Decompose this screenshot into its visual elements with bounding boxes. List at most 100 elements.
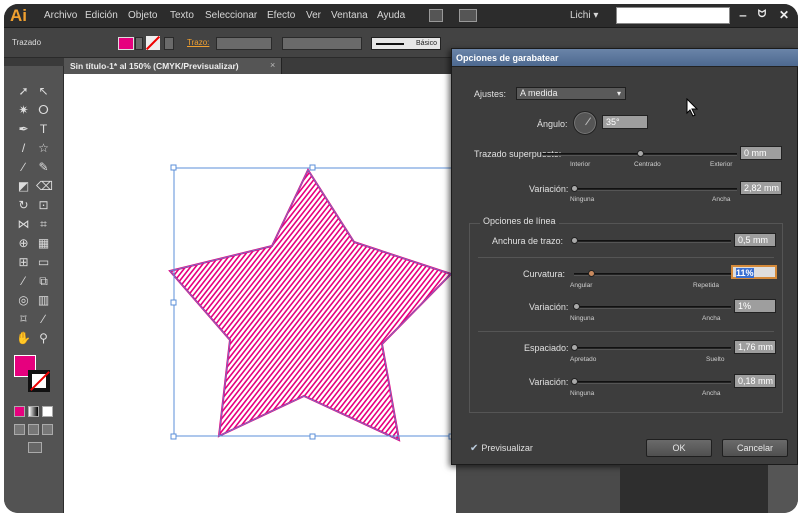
artboard-tool-icon[interactable]: ⌑ <box>16 312 31 326</box>
minimize-icon[interactable]: ‒ <box>733 6 753 24</box>
preset-dropdown[interactable]: A medida <box>516 87 626 100</box>
tools-panel-header[interactable] <box>4 58 64 66</box>
hand-tool-icon[interactable]: ✋ <box>16 331 31 345</box>
menu-texto[interactable]: Texto <box>170 10 194 21</box>
curviness-variation-field[interactable]: 1% <box>734 299 776 313</box>
free-transform-tool-icon[interactable]: ⌗ <box>36 217 51 231</box>
spacing-knob[interactable] <box>571 344 578 351</box>
color-mode-icon[interactable] <box>14 406 25 417</box>
draw-normal-icon[interactable] <box>14 424 25 435</box>
curviness-variation-knob[interactable] <box>572 303 580 310</box>
stroke-width-slider[interactable] <box>574 240 731 243</box>
menu-bar: Ai Archivo Edición Objeto Texto Seleccio… <box>4 4 798 28</box>
menu-edicion[interactable]: Edición <box>85 10 118 21</box>
stroke-color-icon[interactable] <box>28 370 50 392</box>
spacing-field[interactable]: 1,76 mm <box>734 340 776 354</box>
gradient-mode-icon[interactable] <box>28 406 39 417</box>
perspective-grid-tool-icon[interactable]: ▦ <box>36 236 51 250</box>
overlap-variation-slider[interactable] <box>574 188 737 191</box>
menu-efecto[interactable]: Efecto <box>267 10 295 21</box>
cancel-button[interactable]: Cancelar <box>722 439 788 457</box>
stroke-width-knob[interactable] <box>571 237 578 244</box>
background-panel <box>768 465 798 513</box>
bridge-icon[interactable] <box>429 9 443 22</box>
maximize-icon[interactable]: ᗢ <box>752 6 772 24</box>
curviness-variation-slider[interactable] <box>574 306 731 309</box>
curviness-min-label: Angular <box>570 282 593 289</box>
line-tool-icon[interactable]: / <box>16 141 31 155</box>
eyedropper-tool-icon[interactable]: ⁄ <box>16 274 31 288</box>
shape-builder-tool-icon[interactable]: ⊕ <box>16 236 31 250</box>
dialog-title-bar[interactable]: Opciones de garabatear <box>452 49 798 67</box>
spacing-label: Espaciado: <box>524 343 569 353</box>
gradient-tool-icon[interactable]: ▭ <box>36 255 51 269</box>
brush-style-dropdown[interactable]: Básico <box>371 37 441 50</box>
menu-ventana[interactable]: Ventana <box>331 10 368 21</box>
stroke-weight-field[interactable] <box>216 37 272 50</box>
close-icon[interactable]: ✕ <box>774 6 794 24</box>
menu-ver[interactable]: Ver <box>306 10 321 21</box>
stroke-width-field[interactable]: 0,5 mm <box>734 233 776 247</box>
selection-type-label: Trazado <box>12 38 42 47</box>
pencil-tool-icon[interactable]: ✎ <box>36 160 51 174</box>
column-graph-tool-icon[interactable]: ▥ <box>36 293 51 307</box>
preview-checkbox[interactable]: ✔ Previsualizar <box>470 443 533 454</box>
arrange-documents-icon[interactable] <box>459 9 477 22</box>
overlap-variation-knob[interactable] <box>571 185 578 192</box>
overlap-field[interactable]: 0 mm <box>740 146 782 160</box>
pen-tool-icon[interactable]: ✒ <box>16 122 31 136</box>
overlap-slider-knob[interactable] <box>636 150 644 157</box>
overlap-variation-min-label: Ninguna <box>570 196 595 203</box>
stroke-panel-link[interactable]: Trazo: <box>187 38 209 47</box>
screen-mode-icon[interactable] <box>28 442 42 453</box>
menu-ayuda[interactable]: Ayuda <box>377 10 405 21</box>
spacing-slider[interactable] <box>574 347 731 350</box>
spacing-variation-field[interactable]: 0,18 mm <box>734 374 776 388</box>
blend-tool-icon[interactable]: ⧉ <box>36 274 51 288</box>
document-tab[interactable]: Sin título-1* al 150% (CMYK/Previsualiza… <box>64 58 282 74</box>
paintbrush-tool-icon[interactable]: ∕ <box>16 160 31 174</box>
curviness-field[interactable]: 11% <box>731 265 777 279</box>
artboard-canvas[interactable] <box>64 74 456 513</box>
direct-selection-tool-icon[interactable]: ↖ <box>36 84 51 98</box>
eraser-tool-icon[interactable]: ⌫ <box>36 179 53 193</box>
menu-objeto[interactable]: Objeto <box>128 10 157 21</box>
draw-behind-icon[interactable] <box>28 424 39 435</box>
search-input[interactable] <box>616 7 730 24</box>
angle-dial-icon[interactable] <box>573 111 597 135</box>
spacing-variation-slider[interactable] <box>574 381 731 384</box>
fill-dropdown[interactable] <box>135 37 143 50</box>
mesh-tool-icon[interactable]: ⊞ <box>16 255 31 269</box>
tab-close-icon[interactable]: × <box>270 60 275 70</box>
symbol-sprayer-tool-icon[interactable]: ◎ <box>16 293 31 307</box>
fill-color-swatch[interactable] <box>118 37 134 50</box>
stroke-none-swatch[interactable] <box>146 36 160 50</box>
selection-tool-icon[interactable]: ➚ <box>16 84 31 98</box>
angle-field[interactable]: 35° <box>602 115 648 129</box>
workspace-switcher[interactable]: Lichi ▾ <box>570 10 598 21</box>
width-tool-icon[interactable]: ⋈ <box>16 217 31 231</box>
zoom-tool-icon[interactable]: ⚲ <box>36 331 51 345</box>
scribbled-star-artwork[interactable] <box>64 74 456 513</box>
type-tool-icon[interactable]: T <box>36 122 51 136</box>
spacing-max-label: Suelto <box>706 356 725 363</box>
spacing-min-label: Apretado <box>570 356 597 363</box>
none-mode-icon[interactable] <box>42 406 53 417</box>
stroke-dropdown[interactable] <box>164 37 174 50</box>
magic-wand-tool-icon[interactable]: ✷ <box>16 103 31 117</box>
blob-brush-tool-icon[interactable]: ◩ <box>16 179 31 193</box>
star-tool-icon[interactable]: ☆ <box>36 141 51 155</box>
draw-inside-icon[interactable] <box>42 424 53 435</box>
curviness-slider[interactable] <box>574 273 731 276</box>
lasso-tool-icon[interactable]: ⵔ <box>36 103 51 117</box>
spacing-variation-knob[interactable] <box>571 378 578 385</box>
rotate-tool-icon[interactable]: ↻ <box>16 198 31 212</box>
group-divider <box>478 331 774 332</box>
slice-tool-icon[interactable]: ∕ <box>36 312 51 326</box>
menu-seleccionar[interactable]: Seleccionar <box>205 10 257 21</box>
scale-tool-icon[interactable]: ⊡ <box>36 198 51 212</box>
variable-width-dropdown[interactable] <box>282 37 362 50</box>
overlap-variation-field[interactable]: 2,82 mm <box>740 181 782 195</box>
ok-button[interactable]: OK <box>646 439 712 457</box>
menu-archivo[interactable]: Archivo <box>44 10 77 21</box>
